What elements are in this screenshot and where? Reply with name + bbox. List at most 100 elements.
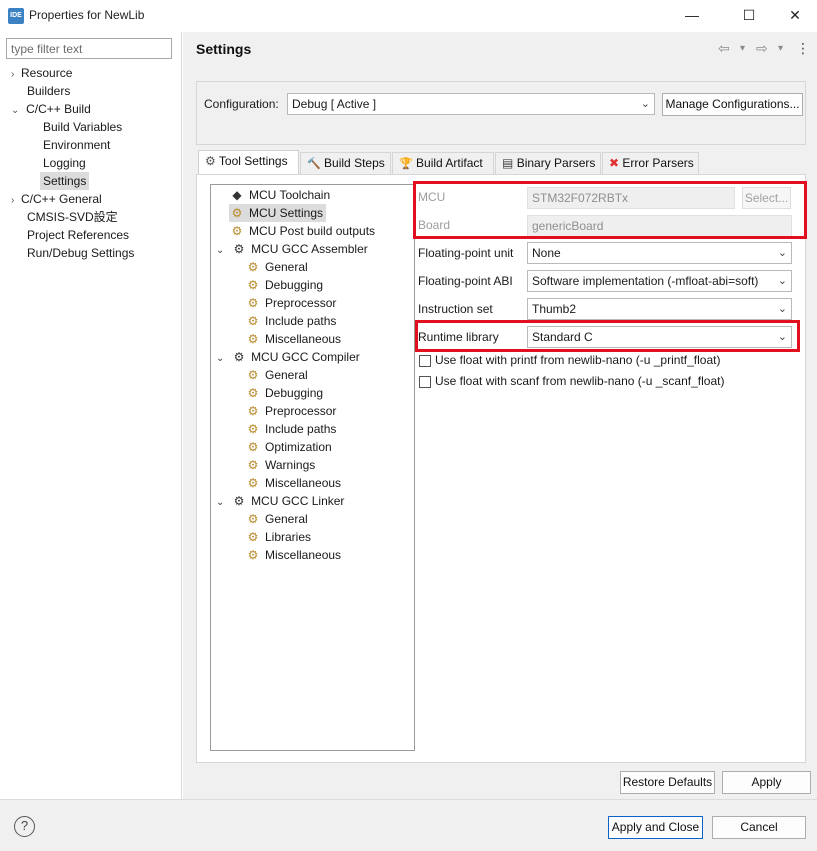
filter-input[interactable] — [6, 38, 172, 59]
tree-item-compiler-preprocessor[interactable]: ⚙ Preprocessor — [245, 402, 337, 420]
option-category-icon: ⚙ — [247, 314, 259, 328]
tree-item-assembler-preprocessor[interactable]: ⚙ Preprocessor — [245, 294, 337, 312]
floating-point-unit-select[interactable]: None ⌄ — [527, 242, 792, 264]
tab-build-steps[interactable]: 🔨 Build Steps — [300, 152, 391, 174]
tree-item-mcu-post-build-outputs[interactable]: ⚙ MCU Post build outputs — [229, 222, 375, 240]
hammer-icon: 🔨 — [307, 158, 321, 170]
instruction-set-value: Thumb2 — [532, 302, 577, 316]
tab-label: Build Artifact — [416, 156, 483, 170]
forward-history-dropdown-icon[interactable]: ▾ — [778, 43, 783, 54]
chevron-right-icon[interactable]: › — [11, 195, 14, 206]
option-category-icon: ⚙ — [247, 530, 259, 544]
sidebar-item-builders[interactable]: Builders — [27, 82, 70, 100]
tree-item-label: MCU Toolchain — [249, 188, 331, 202]
option-category-icon: ⚙ — [247, 386, 259, 400]
sidebar-item-settings[interactable]: Settings — [40, 172, 90, 190]
tree-item-mcu-gcc-compiler[interactable]: ⌄ ⚙ MCU GCC Compiler — [216, 348, 360, 366]
tree-item-mcu-gcc-linker[interactable]: ⌄ ⚙ MCU GCC Linker — [216, 492, 344, 510]
help-icon[interactable]: ? — [14, 816, 35, 837]
manage-configurations-button[interactable]: Manage Configurations... — [662, 93, 803, 116]
app-icon: IDE — [8, 8, 24, 24]
floating-point-abi-select[interactable]: Software implementation (-mfloat-abi=sof… — [527, 270, 792, 292]
chevron-down-icon[interactable]: ⌄ — [216, 497, 224, 508]
restore-defaults-button[interactable]: Restore Defaults — [620, 771, 715, 794]
tree-item-label: MCU GCC Compiler — [251, 350, 360, 364]
tab-build-artifact[interactable]: 🏆 Build Artifact — [392, 152, 494, 174]
back-history-dropdown-icon[interactable]: ▾ — [740, 43, 745, 54]
floating-point-unit-value: None — [532, 246, 561, 260]
tree-item-assembler-include-paths[interactable]: ⚙ Include paths — [245, 312, 337, 330]
tab-label: Binary Parsers — [516, 156, 596, 170]
option-category-icon: ⚙ — [247, 332, 259, 346]
tree-item-compiler-general[interactable]: ⚙ General — [245, 366, 308, 384]
sidebar-item-cpp-build[interactable]: ⌄ C/C++ Build — [11, 100, 91, 118]
tab-tool-settings[interactable]: ⚙ Tool Settings — [198, 150, 299, 175]
tree-item-label: Debugging — [265, 278, 324, 292]
tree-item-compiler-optimization[interactable]: ⚙ Optimization — [245, 438, 332, 456]
printf-float-checkbox[interactable] — [419, 355, 431, 367]
sidebar-item-label: Resource — [21, 66, 73, 80]
scanf-float-checkbox[interactable] — [419, 376, 431, 388]
tool-gear-icon: ⚙ — [233, 242, 245, 256]
back-icon[interactable]: ⇦ — [718, 40, 730, 57]
tool-gear-icon: ⚙ — [233, 350, 245, 364]
chevron-down-icon[interactable]: ⌄ — [11, 105, 19, 116]
tree-item-assembler-general[interactable]: ⚙ General — [245, 258, 308, 276]
sidebar-item-environment[interactable]: Environment — [43, 136, 110, 154]
sidebar-item-label: Builders — [27, 84, 71, 98]
view-menu-icon[interactable]: ⋮ — [796, 40, 810, 57]
option-category-icon: ⚙ — [247, 296, 259, 310]
forward-icon[interactable]: ⇨ — [756, 40, 768, 57]
tree-item-label: Miscellaneous — [265, 332, 342, 346]
cancel-button[interactable]: Cancel — [712, 816, 806, 839]
printf-float-label: Use float with printf from newlib-nano (… — [435, 353, 721, 367]
tree-item-compiler-debugging[interactable]: ⚙ Debugging — [245, 384, 323, 402]
tree-item-mcu-gcc-assembler[interactable]: ⌄ ⚙ MCU GCC Assembler — [216, 240, 368, 258]
chip-icon: ◆ — [232, 188, 242, 202]
sidebar-item-run-debug-settings[interactable]: Run/Debug Settings — [27, 244, 134, 262]
highlight-box-mcu-board — [413, 181, 807, 239]
sidebar-item-label: Build Variables — [43, 120, 123, 134]
configuration-select[interactable]: Debug [ Active ] ⌄ — [287, 93, 655, 115]
maximize-button[interactable]: ☐ — [737, 4, 761, 26]
tab-binary-parsers[interactable]: ▤ Binary Parsers — [495, 152, 601, 174]
sidebar-item-logging[interactable]: Logging — [43, 154, 86, 172]
tree-item-label: General — [265, 368, 308, 382]
tree-item-label: MCU Settings — [249, 206, 324, 220]
tree-item-compiler-warnings[interactable]: ⚙ Warnings — [245, 456, 316, 474]
tab-label: Error Parsers — [622, 156, 694, 170]
apply-and-close-button[interactable]: Apply and Close — [608, 816, 703, 839]
tree-item-assembler-miscellaneous[interactable]: ⚙ Miscellaneous — [245, 330, 341, 348]
apply-button[interactable]: Apply — [722, 771, 811, 794]
tree-item-assembler-debugging[interactable]: ⚙ Debugging — [245, 276, 323, 294]
instruction-set-select[interactable]: Thumb2 ⌄ — [527, 298, 792, 320]
tree-item-mcu-settings[interactable]: ⚙ MCU Settings — [229, 204, 327, 222]
tree-item-label: MCU GCC Linker — [251, 494, 345, 508]
sidebar-item-project-references[interactable]: Project References — [27, 226, 129, 244]
tree-item-linker-libraries[interactable]: ⚙ Libraries — [245, 528, 311, 546]
tree-item-compiler-miscellaneous[interactable]: ⚙ Miscellaneous — [245, 474, 341, 492]
sidebar-item-cmsis-svd[interactable]: CMSIS-SVD設定 — [27, 208, 118, 226]
sidebar-item-build-variables[interactable]: Build Variables — [43, 118, 122, 136]
tree-item-linker-general[interactable]: ⚙ General — [245, 510, 308, 528]
close-button[interactable]: ✕ — [783, 4, 807, 26]
tab-error-parsers[interactable]: ✖ Error Parsers — [602, 152, 699, 174]
tree-item-label: Warnings — [265, 458, 316, 472]
option-category-icon: ⚙ — [247, 368, 259, 382]
tree-item-mcu-toolchain[interactable]: ◆ MCU Toolchain — [229, 186, 330, 204]
option-category-icon: ⚙ — [247, 476, 259, 490]
chevron-down-icon[interactable]: ⌄ — [216, 353, 224, 364]
configuration-value: Debug [ Active ] — [292, 97, 377, 111]
sidebar-item-resource[interactable]: › Resource — [11, 64, 72, 82]
option-category-icon: ⚙ — [247, 548, 259, 562]
chevron-down-icon: ⌄ — [777, 247, 787, 259]
minimize-button[interactable]: — — [680, 4, 704, 26]
chevron-right-icon[interactable]: › — [11, 69, 14, 80]
chevron-down-icon[interactable]: ⌄ — [216, 245, 224, 256]
instruction-set-label: Instruction set — [418, 302, 493, 316]
sidebar-item-cpp-general[interactable]: › C/C++ General — [11, 190, 102, 208]
sidebar-item-label: Environment — [43, 138, 111, 152]
chevron-down-icon: ⌄ — [777, 275, 787, 287]
tree-item-linker-miscellaneous[interactable]: ⚙ Miscellaneous — [245, 546, 341, 564]
tree-item-compiler-include-paths[interactable]: ⚙ Include paths — [245, 420, 337, 438]
